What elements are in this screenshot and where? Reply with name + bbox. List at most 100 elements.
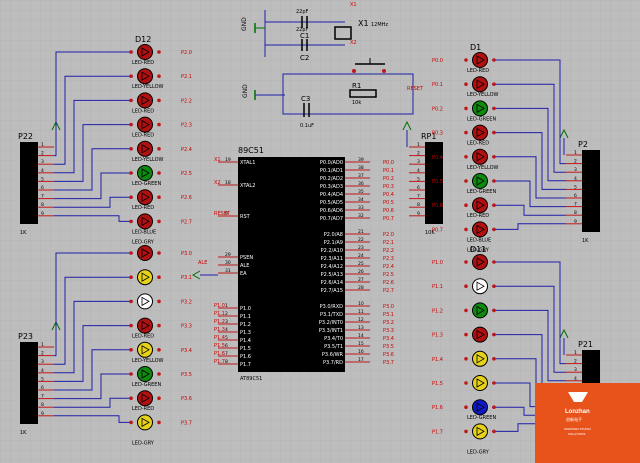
led-pin-dot (464, 203, 468, 207)
led-part-label: LED-GREEN (467, 415, 496, 421)
led-net-label: P2.6 (181, 195, 192, 201)
chip-pin-name: P0.1/AD1 (320, 168, 343, 174)
chip-right-net-label: P0.5 (383, 200, 394, 206)
led-part-label: LED-YELLOW (132, 157, 164, 163)
chip-pin-number: 31 (225, 268, 231, 274)
led-pin-dot (129, 323, 133, 328)
led-pin-dot (157, 348, 161, 352)
led-pin-dot (129, 98, 133, 103)
chip-left-net-label: ALE (198, 260, 207, 266)
studio-logo: Lonzhan 创新电子 SMARTER STUDIO SOLUTIONS (535, 383, 640, 463)
led-part-label: LED-RED (467, 213, 489, 219)
led-pin-dot (129, 147, 133, 151)
led-pin-dot (492, 381, 496, 385)
connector-body (20, 342, 38, 424)
chip-left-net-label: P1.2 (214, 319, 225, 325)
led-part-label: LED-YELLOW (132, 84, 164, 90)
chip-pin-number: 8 (225, 359, 228, 365)
connector-pin-number: 6 (41, 185, 44, 191)
led-pin-dot (129, 275, 133, 280)
connector-pin-number: 7 (574, 202, 577, 208)
led-pin-dot (129, 372, 133, 376)
connector-value: 1K (582, 238, 589, 244)
chip-right-net-label: P3.2 (383, 320, 394, 326)
led-pin-dot (464, 179, 468, 183)
led-yellow-icon (137, 269, 153, 286)
connector-pin-number: 5 (574, 184, 577, 190)
led-red-icon (137, 116, 153, 133)
chip-pin-name: P2.2/A10 (321, 248, 343, 254)
chip-right-net-label: P2.4 (383, 264, 394, 270)
led-red-icon (137, 189, 153, 206)
led-yellow-icon (472, 423, 488, 440)
chip-pin-name: PSEN (240, 255, 253, 261)
logo-brand: Lonzhan (565, 409, 590, 415)
led-part-label: LED-GREEN (132, 382, 161, 388)
chip-right-net-label: P0.0 (383, 160, 394, 166)
logo-sub: 创新电子 (566, 416, 582, 422)
led-net-label: P0.0 (432, 58, 443, 64)
chip-right-net-label: P2.5 (383, 272, 394, 278)
x1-pin2: X2 (350, 40, 357, 46)
led-green-icon (472, 173, 488, 189)
chip-pin-name: P1.4 (240, 338, 251, 344)
led-net-label: P3.1 (181, 275, 192, 281)
led-pin-dot (464, 357, 468, 361)
led-part-label: LED-YELLOW (467, 165, 499, 171)
connector-ref: P22 (18, 132, 33, 141)
chip-pin-number: 16 (358, 349, 364, 355)
led-red-icon (472, 52, 488, 68)
chip-pin-name: XTAL2 (240, 183, 255, 189)
connector-pin-number: 3 (41, 159, 44, 165)
chip-pin-number: 28 (358, 285, 364, 291)
led-pin-dot (129, 299, 133, 304)
led-part-label: LED-YELLOW (467, 92, 499, 98)
led-pin-dot (157, 74, 161, 78)
led-pin-dot (464, 58, 468, 62)
chip-pin-name: P3.5/T1 (324, 344, 343, 350)
chip-pin-name: P2.3/A11 (321, 256, 343, 262)
x1-value: 12MHz (371, 22, 388, 28)
chip-pin-name: P1.7 (240, 362, 251, 368)
led-part-label: LED-YELLOW (132, 358, 164, 364)
chip-right-net-label: P3.3 (383, 328, 394, 334)
gnd-label: GND (241, 17, 248, 31)
led-net-label: P0.5 (432, 179, 443, 185)
chip-pin-name: RST (240, 214, 251, 220)
led-pin-dot (464, 106, 468, 111)
led-pin-dot (157, 251, 161, 255)
led-net-label: P3.4 (181, 348, 192, 354)
connector-pin-number: 9 (417, 211, 420, 217)
led-net-label: P3.5 (181, 372, 192, 378)
connector-pin-number: 4 (574, 176, 577, 182)
connector-pin-number: 7 (417, 194, 420, 200)
led-pin-dot (157, 372, 161, 376)
chip-pin-name: P1.1 (240, 314, 251, 320)
led-pin-dot (157, 98, 161, 103)
led-part-label: LED-RED (132, 133, 154, 139)
led-pin-dot (492, 203, 496, 207)
led-pin-dot (492, 155, 496, 159)
connector-pin-number: 8 (574, 210, 577, 216)
led-pin-dot (492, 58, 496, 62)
led-pin-dot (157, 122, 161, 127)
led-red-icon (137, 68, 153, 85)
led-pin-dot (157, 147, 161, 151)
chip-pin-number: 15 (358, 341, 364, 347)
led-red-icon (137, 140, 153, 157)
led-pin-dot (492, 106, 496, 111)
led-pin-dot (464, 227, 468, 232)
led-white-icon (472, 278, 488, 295)
c1-value: 22pF (296, 9, 309, 15)
chip-right-net-label: P3.7 (383, 360, 394, 366)
led-yellow-icon (472, 375, 488, 391)
chip-pin-number: 23 (358, 245, 364, 251)
led-pin-dot (492, 332, 496, 337)
connector-value: 1K (20, 230, 27, 236)
led-red-icon (137, 317, 153, 334)
connector-pin-number: 9 (41, 411, 44, 417)
led-net-label: P0.7 (432, 227, 443, 233)
chip-pin-name: P2.4/A12 (321, 264, 343, 270)
led-green-icon (472, 302, 488, 319)
chip-right-net-label: P3.6 (383, 352, 394, 358)
